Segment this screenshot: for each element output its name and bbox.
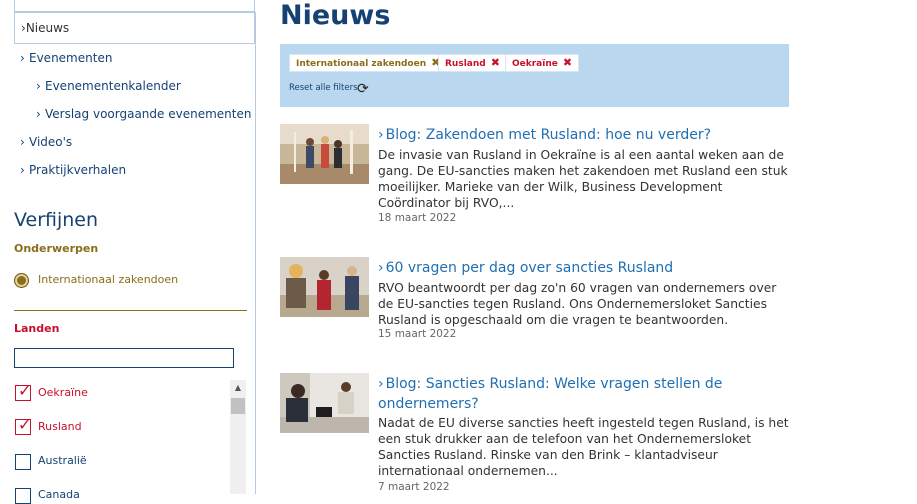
close-icon[interactable]: ✖: [491, 56, 500, 69]
news-summary: De invasie van Rusland in Oekraïne is al…: [378, 148, 788, 210]
checkbox-australie[interactable]: [15, 454, 31, 470]
scroll-up-arrow-icon[interactable]: ▲: [230, 380, 246, 396]
country-label[interactable]: Canada: [38, 488, 80, 501]
checkmark-icon: ✓: [18, 415, 32, 434]
checkbox-oekraine[interactable]: ✓: [15, 381, 31, 401]
news-thumbnail[interactable]: [280, 373, 369, 433]
chevron-right-icon: ›: [20, 51, 25, 65]
sidebar-item-nieuws[interactable]: ›Nieuws: [14, 12, 255, 44]
refresh-icon[interactable]: ⟳: [357, 82, 369, 96]
chevron-right-icon: ›: [36, 107, 41, 121]
sidebar-item-praktijkverhalen[interactable]: › Praktijkverhalen: [20, 163, 126, 177]
news-date: 18 maart 2022: [378, 212, 457, 224]
filter-chip-oekraine[interactable]: Oekraïne ✖: [505, 54, 580, 72]
sidebar-item-evenementenkalender[interactable]: › Evenementenkalender: [36, 79, 181, 93]
news-date: 15 maart 2022: [378, 328, 457, 340]
sidebar-item-evenementen[interactable]: › Evenementen: [20, 51, 112, 65]
sidebar-divider: [255, 12, 256, 494]
news-title-link[interactable]: › Blog: Zakendoen met Rusland: hoe nu ver…: [378, 125, 789, 145]
checkbox-rusland[interactable]: ✓: [15, 415, 31, 435]
reset-filters-link[interactable]: Reset alle filters: [289, 83, 358, 93]
page-title: Nieuws: [280, 0, 391, 31]
chevron-right-icon: ›: [20, 163, 25, 177]
chevron-right-icon: ›: [378, 376, 384, 392]
country-label[interactable]: Rusland: [38, 420, 82, 433]
countries-heading: Landen: [14, 322, 60, 335]
checkbox-canada[interactable]: [15, 488, 31, 504]
checkmark-icon: ✓: [18, 381, 32, 400]
subject-label[interactable]: Internationaal zakendoen: [38, 273, 178, 286]
chevron-right-icon: ›: [378, 260, 384, 276]
news-title-link[interactable]: › 60 vragen per dag over sancties Rusland: [378, 258, 789, 278]
chevron-right-icon: ›: [20, 135, 25, 149]
news-date: 7 maart 2022: [378, 481, 450, 493]
news-summary: Nadat de EU diverse sancties heeft inges…: [378, 416, 789, 478]
news-title-link[interactable]: › Blog: Sancties Rusland: Welke vragen st…: [378, 374, 789, 414]
refine-heading: Verfijnen: [14, 209, 99, 231]
country-label[interactable]: Oekraïne: [38, 386, 88, 399]
news-thumbnail[interactable]: [280, 124, 369, 184]
facet-divider: [14, 310, 247, 311]
country-search-input[interactable]: [14, 348, 234, 368]
close-icon[interactable]: ✖: [563, 56, 572, 69]
chevron-right-icon: ›: [36, 79, 41, 93]
filter-chip-rusland[interactable]: Rusland ✖: [438, 54, 507, 72]
filter-chip-internationaal[interactable]: Internationaal zakendoen ✖: [289, 54, 448, 72]
sidebar-item-videos[interactable]: › Video's: [20, 135, 72, 149]
sidebar-item-verslag[interactable]: › Verslag voorgaande evenementen: [36, 107, 251, 121]
sidebar-top-border: [14, 0, 255, 12]
news-summary: RVO beantwoordt per dag zo'n 60 vragen v…: [378, 281, 777, 327]
scrollbar-thumb[interactable]: [231, 398, 245, 414]
news-thumbnail[interactable]: [280, 257, 369, 317]
country-label[interactable]: Australië: [38, 454, 87, 467]
subject-radio[interactable]: [14, 273, 29, 288]
subjects-heading: Onderwerpen: [14, 242, 99, 255]
chevron-right-icon: ›: [378, 127, 384, 143]
sidebar-item-label: Nieuws: [25, 21, 70, 35]
